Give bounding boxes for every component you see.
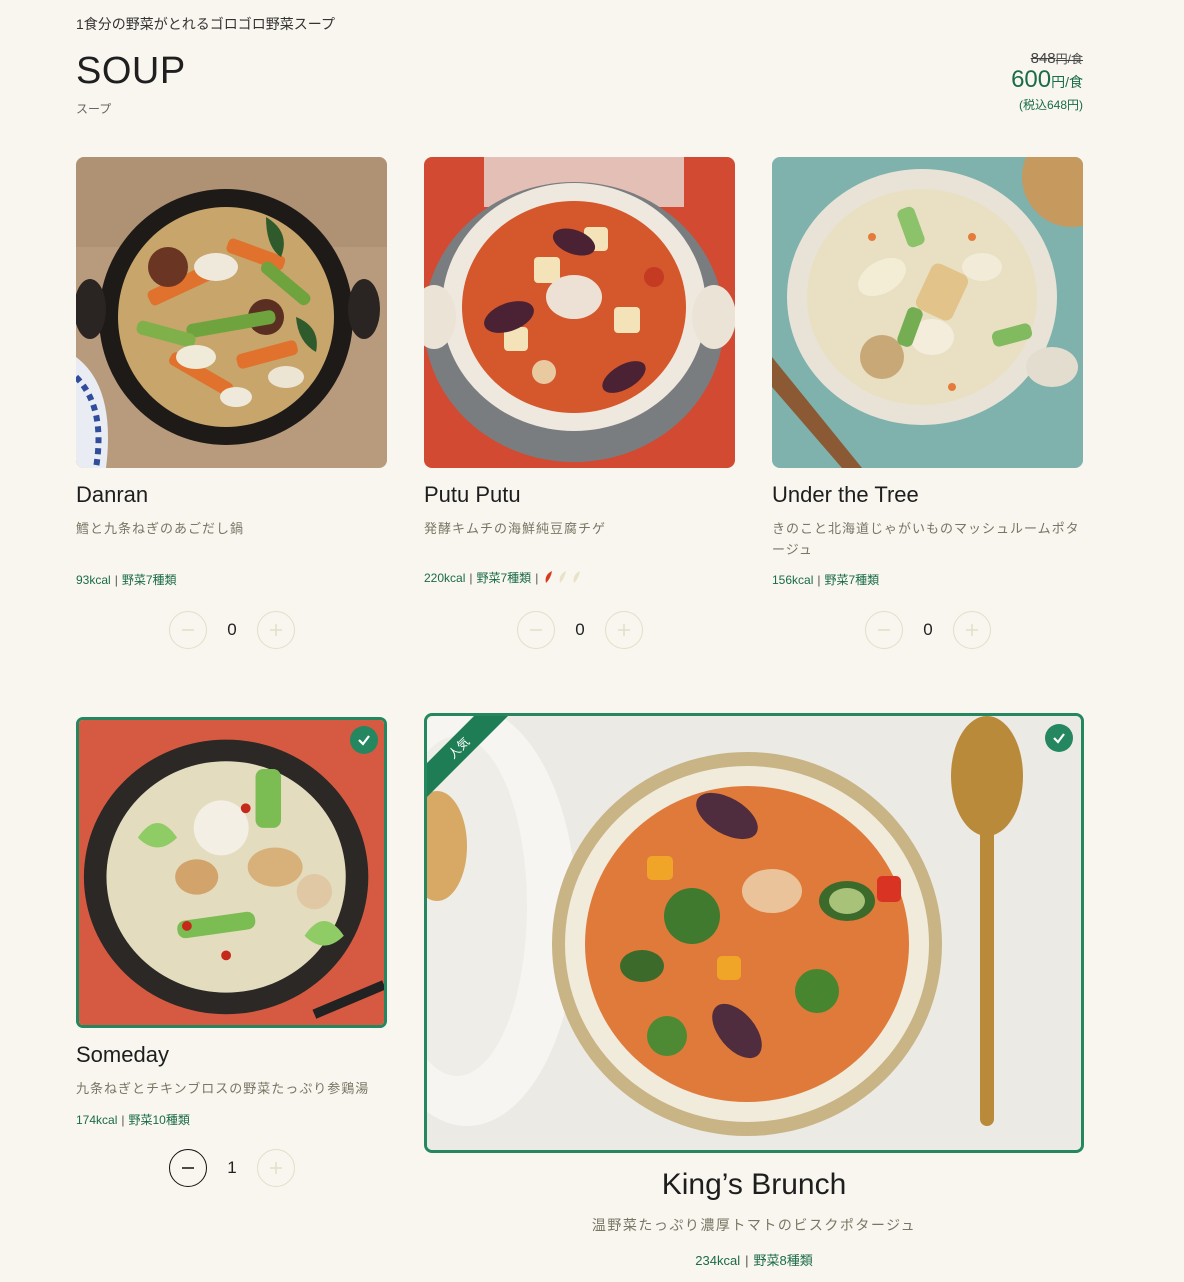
plus-icon (618, 624, 630, 636)
price-block: 848円/食 600円/食 (税込648円) (1011, 50, 1083, 113)
product-meta: 220kcal | 野菜7種類 | (424, 569, 588, 588)
vegetable-count: 野菜7種類 (121, 573, 177, 587)
product-card-someday: Someday 九条ねぎとチキンブロスの野菜たっぷり参鶏湯 174kcal | 野菜… (76, 717, 387, 1217)
product-name: Putu Putu (424, 482, 521, 507)
vegetable-count: 野菜10種類 (128, 1113, 190, 1127)
calories: 174kcal (76, 1113, 118, 1127)
plus-icon (270, 624, 282, 636)
quantity-stepper: 1 (169, 1149, 295, 1187)
product-name: Someday (76, 1042, 169, 1067)
minus-icon (182, 1167, 194, 1169)
calories: 156kcal (772, 573, 814, 587)
quantity-value: 0 (923, 620, 933, 639)
decrement-button[interactable] (169, 1149, 207, 1187)
spice-level (542, 569, 588, 588)
minus-icon (530, 629, 542, 631)
current-price: 600円/食 (1011, 67, 1083, 95)
section-subtitle: スープ (76, 102, 112, 116)
product-name: Under the Tree (772, 482, 919, 507)
product-meta: 174kcal | 野菜10種類 (76, 1113, 190, 1127)
quantity-stepper: 0 (517, 611, 643, 649)
selected-check-icon (350, 726, 378, 754)
calories: 220kcal (424, 571, 466, 585)
vegetable-count: 野菜7種類 (476, 571, 532, 585)
product-card-danran: Danran 鱈と九条ねぎのあごだし鍋 93kcal | 野菜7種類 0 (76, 157, 387, 657)
product-meta: 93kcal | 野菜7種類 (76, 573, 177, 587)
featured-product-name: King’s Brunch (661, 1168, 847, 1201)
product-image[interactable] (772, 157, 1083, 468)
product-image[interactable] (76, 157, 387, 468)
chili-pepper-icon (545, 571, 581, 584)
featured-product-meta: 234kcal | 野菜8種類 (695, 1253, 813, 1268)
minus-icon (878, 629, 890, 631)
product-description: 鱈と九条ねぎのあごだし鍋 (76, 521, 245, 536)
decrement-button[interactable] (517, 611, 555, 649)
selected-check-icon (1045, 724, 1073, 752)
decrement-button[interactable] (169, 611, 207, 649)
current-price-value: 600 (1011, 66, 1052, 93)
product-meta: 156kcal | 野菜7種類 (772, 573, 880, 587)
featured-product-description: 温野菜たっぷり濃厚トマトのビスクポタージュ (591, 1217, 917, 1233)
product-image[interactable] (424, 157, 735, 468)
increment-button[interactable] (257, 611, 295, 649)
quantity-value: 0 (227, 620, 237, 639)
minus-icon (182, 629, 194, 631)
plus-icon (270, 1162, 282, 1174)
quantity-stepper: 0 (865, 611, 991, 649)
tax-included-price: (税込648円) (1018, 98, 1083, 112)
vegetable-count: 野菜8種類 (753, 1253, 813, 1268)
old-price-unit: 円/食 (1055, 52, 1083, 66)
tagline: 1食分の野菜がとれるゴロゴロ野菜スープ (76, 16, 335, 32)
increment-button[interactable] (605, 611, 643, 649)
quantity-value: 0 (575, 620, 585, 639)
product-description: きのこと北海道じゃがいものマッシュルームポタージュ (772, 521, 1080, 557)
product-card-under-the-tree: Under the Tree きのこと北海道じゃがいものマッシュルームポタージュ… (772, 157, 1083, 657)
old-price-value: 848 (1030, 50, 1056, 67)
product-name: Danran (76, 482, 149, 507)
calories: 234kcal (695, 1253, 741, 1268)
quantity-stepper: 0 (169, 611, 295, 649)
quantity-value: 1 (227, 1158, 237, 1177)
increment-button[interactable] (257, 1149, 295, 1187)
current-price-unit: 円/食 (1051, 74, 1083, 90)
increment-button[interactable] (953, 611, 991, 649)
popular-ribbon: 人気 (427, 716, 513, 802)
featured-product-image[interactable]: 人気 (424, 713, 1084, 1153)
old-price: 848円/食 (1011, 50, 1083, 67)
popular-badge: 人気 (427, 716, 513, 802)
vegetable-count: 野菜7種類 (824, 573, 880, 587)
section-title: SOUP (76, 50, 186, 92)
product-card-putu-putu: Putu Putu 発酵キムチの海鮮純豆腐チゲ 220kcal | 野菜7種類 | 0 (424, 157, 735, 657)
product-description: 九条ねぎとチキンブロスの野菜たっぷり参鶏湯 (76, 1081, 370, 1096)
plus-icon (966, 624, 978, 636)
product-description: 発酵キムチの海鮮純豆腐チゲ (424, 521, 607, 536)
decrement-button[interactable] (865, 611, 903, 649)
product-image[interactable] (76, 717, 387, 1028)
calories: 93kcal (76, 573, 111, 587)
